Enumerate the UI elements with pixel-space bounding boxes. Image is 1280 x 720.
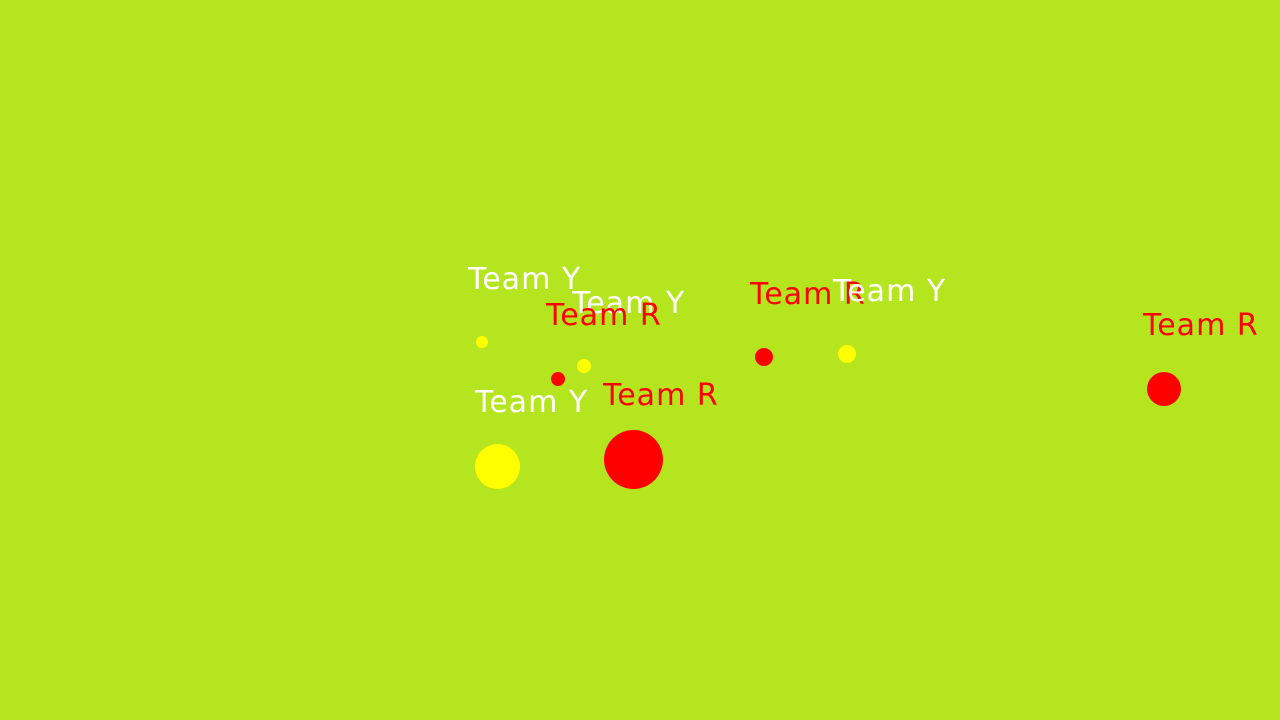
- team-y-label: Team Y: [475, 385, 589, 420]
- team-r-label: Team R: [1143, 308, 1259, 343]
- team-r-player: [604, 430, 663, 489]
- team-y-player: [577, 359, 591, 373]
- team-y-player: [838, 345, 856, 363]
- game-field: Team Y Team Y Team R Team Y Team R Team …: [0, 0, 1280, 720]
- team-r-label: Team R: [603, 378, 719, 413]
- team-y-player: [476, 336, 488, 348]
- team-y-label: Team Y: [468, 262, 582, 297]
- team-r-label: Team R: [546, 298, 662, 333]
- team-r-player: [551, 372, 565, 386]
- team-r-player: [755, 348, 773, 366]
- team-r-player: [1147, 372, 1181, 406]
- team-y-label: Team Y: [833, 274, 947, 309]
- team-y-player: [475, 444, 520, 489]
